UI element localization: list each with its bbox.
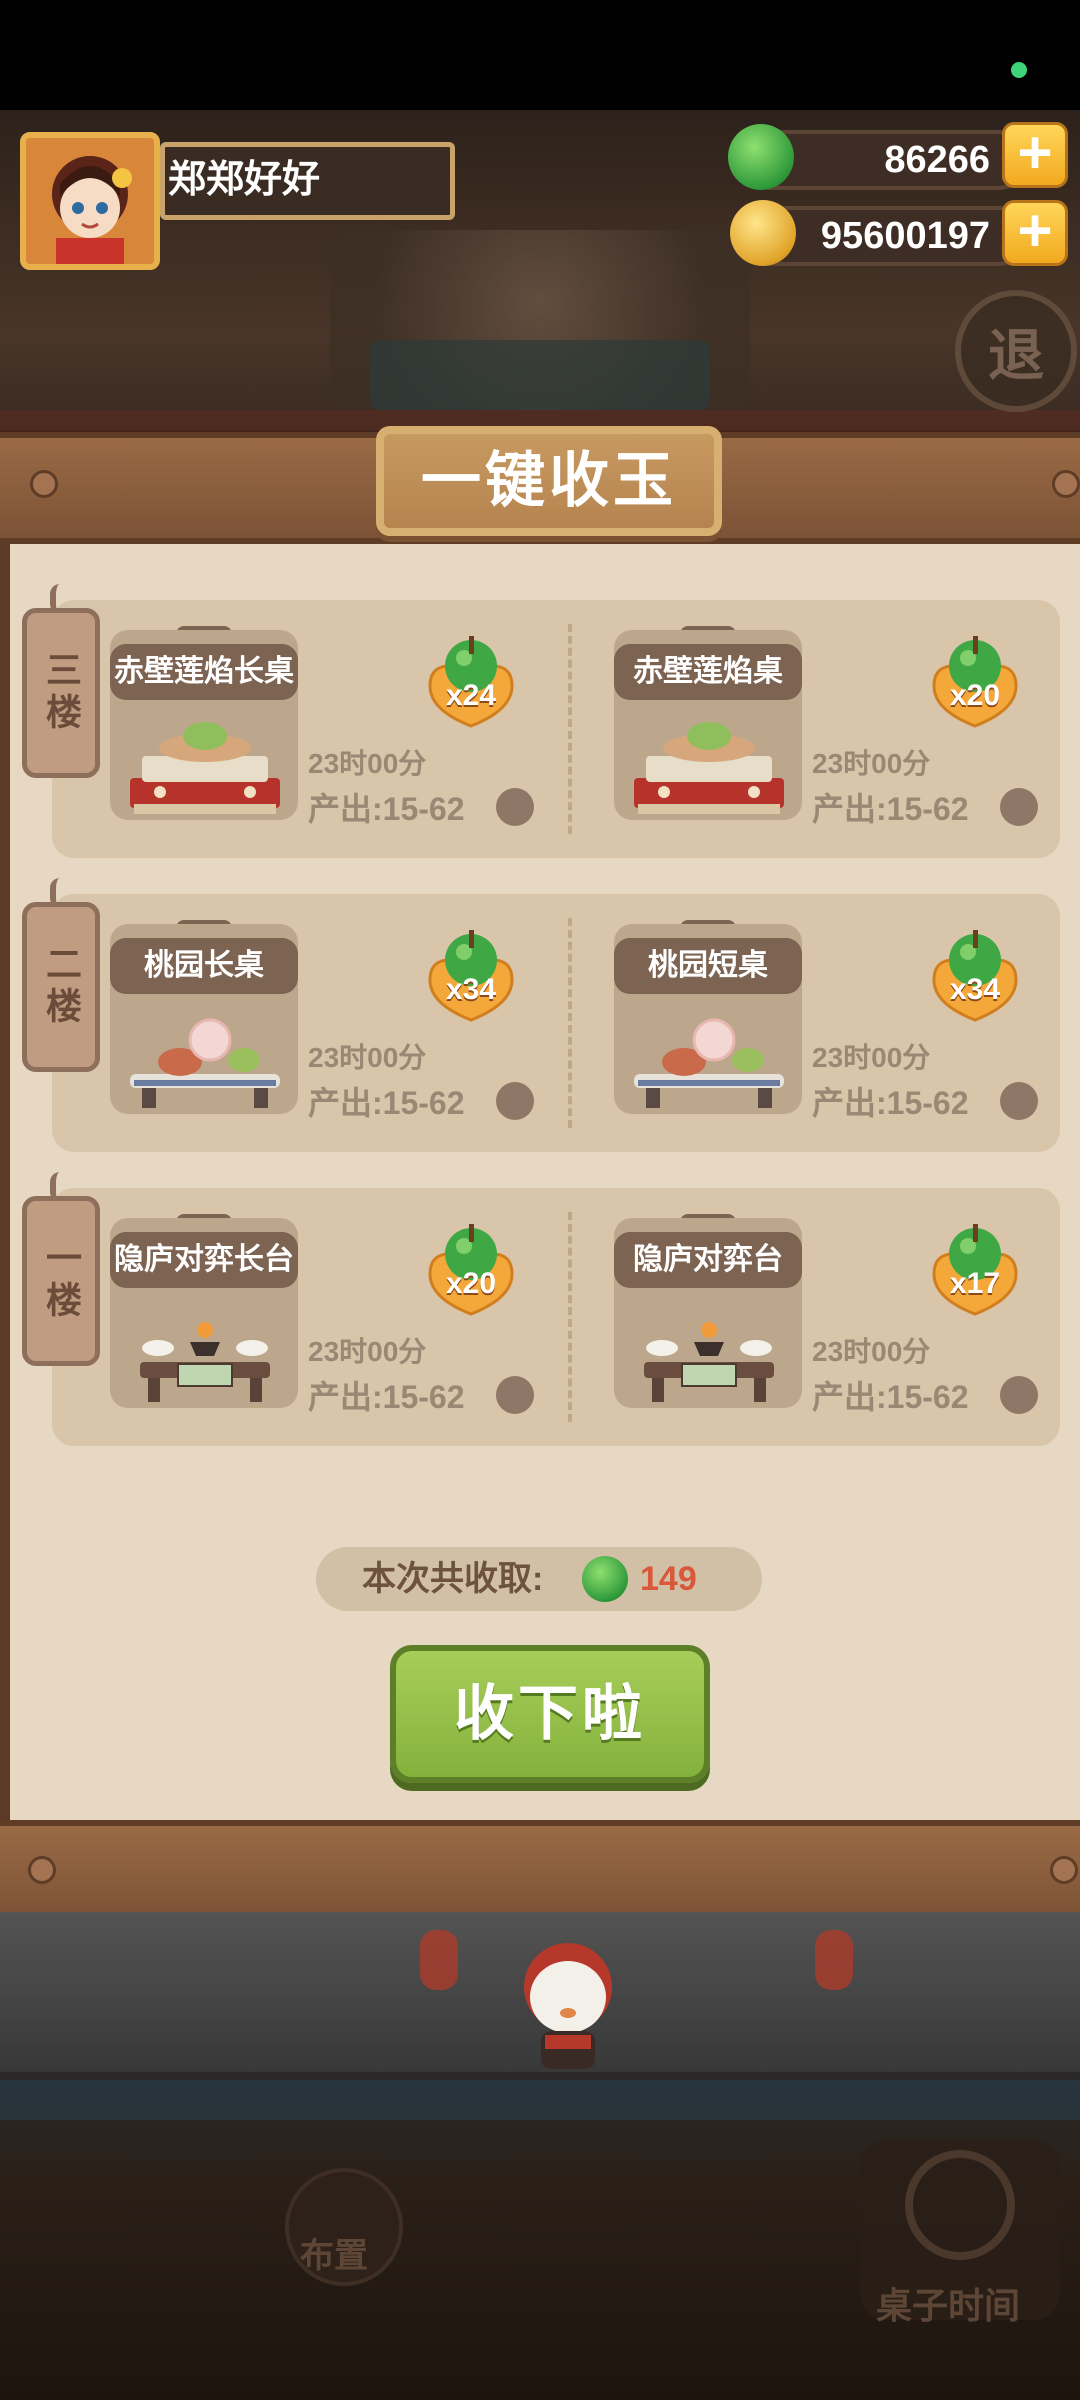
table-time: 23时00分 — [812, 1042, 931, 1073]
table-name: 桃园长桌 — [144, 949, 264, 982]
table-output: 产出:15-62 — [308, 791, 465, 827]
jade-count: x20 — [949, 679, 1001, 712]
peach-garden-table-icon — [120, 1002, 290, 1112]
add-jade-button[interactable]: + — [1002, 122, 1068, 188]
layout-label[interactable]: 布置 — [300, 2228, 368, 2277]
dialog-bottom-beam — [0, 1820, 1080, 1924]
jade-count: x17 — [949, 1267, 1001, 1300]
table-time: 23时00分 — [308, 748, 427, 779]
collect-button-label[interactable]: 收下啦 — [390, 1645, 710, 1783]
peach-garden-table-icon — [624, 1002, 794, 1112]
panel-left-edge — [0, 532, 10, 1822]
nail-icon — [1050, 1856, 1078, 1884]
add-coin-button[interactable]: + — [1002, 200, 1068, 266]
table-name: 隐庐对弈台 — [633, 1243, 783, 1276]
total-label: 本次共收取: — [362, 1560, 544, 1598]
table-output: 产出:15-62 — [308, 1379, 465, 1415]
table-time: 23时00分 — [308, 1042, 427, 1073]
dialog-title: 一键收玉 — [421, 447, 677, 514]
table-output: 产出:15-62 — [308, 1085, 465, 1121]
exit-button[interactable]: 退 — [955, 290, 1077, 412]
divider — [568, 1212, 572, 1422]
nail-icon — [28, 1856, 56, 1884]
go-board-table-icon — [624, 1296, 794, 1406]
coin-icon — [1000, 788, 1038, 826]
go-board-table-icon — [120, 1296, 290, 1406]
coin-icon — [496, 1082, 534, 1120]
floor-label: 三楼 — [41, 651, 82, 735]
table-name: 桃园短桌 — [648, 949, 768, 982]
red-lotus-table-icon — [624, 708, 794, 818]
table-output: 产出:15-62 — [812, 791, 969, 827]
clock-icon — [905, 2150, 1015, 2260]
table-name: 赤壁莲焰桌 — [633, 655, 783, 688]
jade-icon — [582, 1556, 628, 1602]
divider — [568, 624, 572, 834]
coin-icon — [1000, 1082, 1038, 1120]
restaurant-floor — [0, 2080, 1080, 2120]
coin-icon — [1000, 1376, 1038, 1414]
coin-amount: 95600197 — [820, 215, 990, 257]
character-avatar-icon — [26, 138, 154, 264]
divider — [568, 918, 572, 1128]
floor-label: 二楼 — [41, 945, 82, 1029]
table-output: 产出:15-62 — [812, 1085, 969, 1121]
nail-icon — [1052, 470, 1080, 498]
jade-count: x34 — [949, 973, 1001, 1006]
table-time-label[interactable]: 桌子时间 — [876, 2277, 1020, 2329]
player-name: 郑郑好好 — [168, 159, 321, 201]
jade-count: x34 — [445, 973, 497, 1006]
jade-amount: 86266 — [884, 139, 990, 181]
floor-label: 一楼 — [41, 1239, 82, 1323]
sign-decoration — [370, 340, 710, 410]
lantern-icon — [420, 1930, 458, 1990]
jade-count: x20 — [445, 1267, 497, 1300]
nail-icon — [30, 470, 58, 498]
status-bar — [0, 0, 1080, 110]
table-time: 23时00分 — [308, 1336, 427, 1367]
jade-count: x24 — [445, 679, 497, 712]
lantern-icon — [815, 1930, 853, 1990]
red-lotus-table-icon — [120, 708, 290, 818]
coin-icon — [496, 788, 534, 826]
table-time: 23时00分 — [812, 1336, 931, 1367]
status-indicator-icon — [1011, 62, 1027, 78]
player-avatar[interactable] — [20, 132, 160, 270]
table-output: 产出:15-62 — [812, 1379, 969, 1415]
table-time: 23时00分 — [812, 748, 931, 779]
total-value: 149 — [640, 1560, 697, 1598]
table-name: 赤壁莲焰长桌 — [114, 655, 294, 688]
chef-character[interactable] — [515, 1935, 621, 2075]
coin-icon — [496, 1376, 534, 1414]
table-name: 隐庐对弈长台 — [114, 1243, 294, 1276]
